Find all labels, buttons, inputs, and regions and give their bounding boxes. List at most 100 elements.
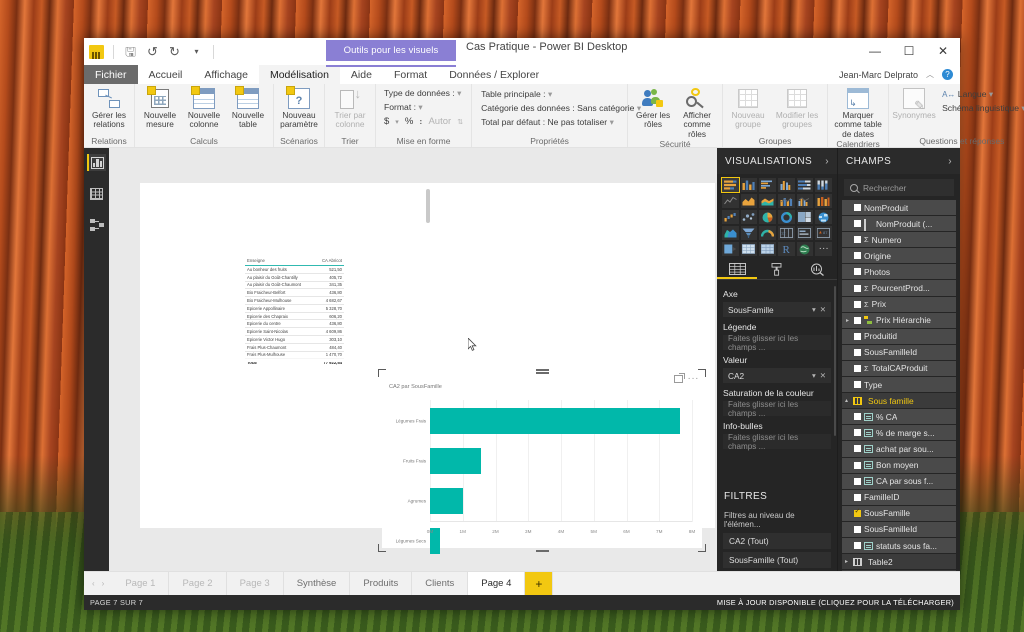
field-row-nomproduit[interactable]: NomProduit [842, 200, 956, 215]
filter-item-ca2[interactable]: CA2 (Tout) [723, 533, 831, 549]
field-row-photos[interactable]: Photos [842, 264, 956, 279]
viz-waterfall-chart[interactable] [722, 210, 739, 224]
well-axe[interactable]: SousFamille ▾ ✕ [723, 302, 831, 317]
field-checkbox-checked[interactable] [854, 510, 861, 517]
report-page-canvas[interactable]: Enseigne CA Abricot Au bonheur des fruit… [140, 183, 715, 528]
viz-line-and-stacked-column-chart[interactable] [778, 194, 795, 208]
data-category-label[interactable]: Catégorie des données : Sans catégorie ▾ [481, 103, 641, 114]
new-table-button[interactable]: Nouvelle table [227, 86, 269, 130]
nav-data-view[interactable] [87, 185, 106, 202]
viz-scatter-chart[interactable] [741, 210, 758, 224]
field-row-nomproduit-group[interactable]: NomProduit (... [842, 216, 956, 231]
viz-table[interactable] [741, 242, 758, 256]
viz-100-stacked-column-chart[interactable] [815, 178, 832, 192]
well-infobulles[interactable]: Faites glisser ici les champs ... [723, 434, 831, 449]
undo-icon[interactable]: ↺ [145, 44, 160, 59]
viz-clustered-bar-chart[interactable] [759, 178, 776, 192]
table-row-table2[interactable]: ▸Table2 [842, 554, 956, 569]
viz-stacked-column-chart[interactable] [741, 178, 758, 192]
tab-analytics[interactable] [797, 260, 837, 279]
sort-by-column-button[interactable]: Trier par colonne [329, 86, 371, 130]
canvas-scroll-indicator[interactable] [426, 189, 430, 223]
help-icon[interactable]: ? [942, 69, 953, 80]
collapse-visualizations-icon[interactable]: › [825, 156, 829, 167]
more-options-icon[interactable]: ··· [688, 375, 700, 383]
viz-pie-chart[interactable] [759, 210, 776, 224]
wells-scrollbar[interactable] [834, 286, 836, 436]
bar-fruits-frais[interactable] [430, 448, 481, 474]
minimize-button[interactable]: — [858, 38, 892, 64]
tab-format[interactable] [757, 260, 797, 279]
edit-groups-button[interactable]: Modifier les groupes [771, 86, 823, 130]
redo-icon[interactable]: ↻ [167, 44, 182, 59]
add-page-button[interactable]: + [525, 572, 553, 595]
language-label[interactable]: A↔ Langue ▾ [942, 89, 1024, 100]
field-row-sousfamille-checked[interactable]: SousFamille [842, 506, 956, 521]
viz-donut-chart[interactable] [778, 210, 795, 224]
field-row-sousfamilleid-2[interactable]: SousFamilleId [842, 522, 956, 537]
filter-item-sousfamille[interactable]: SousFamille (Tout) [723, 552, 831, 568]
format-label[interactable]: Format : ▾ [384, 102, 463, 113]
field-row-totalcaproduit[interactable]: ΣTotalCAProduit [842, 361, 956, 376]
viz-filled-map[interactable] [722, 226, 739, 240]
field-row-numero[interactable]: ΣNumero [842, 232, 956, 247]
viz-funnel-chart[interactable] [741, 226, 758, 240]
column-header-ca-abricot[interactable]: CA Abricot [315, 257, 344, 266]
viz-map[interactable] [815, 210, 832, 224]
page-tab-page-3[interactable]: Page 3 [227, 572, 284, 595]
column-header-enseigne[interactable]: Enseigne [245, 257, 315, 266]
page-tab-synthese[interactable]: Synthèse [284, 572, 351, 595]
percent-button[interactable]: % [405, 116, 413, 127]
viz-treemap[interactable] [797, 210, 814, 224]
viz-clustered-column-chart[interactable] [778, 178, 795, 192]
page-tab-produits[interactable]: Produits [350, 572, 412, 595]
manage-roles-button[interactable]: Gérer les rôles [632, 86, 674, 130]
collapse-chevron-icon[interactable]: ▴ [843, 397, 850, 404]
viz-area-chart[interactable] [741, 194, 758, 208]
field-row-pct-ca[interactable]: % CA [842, 409, 956, 424]
expand-chevron-icon[interactable]: ▸ [843, 558, 850, 565]
well-valeur[interactable]: CA2 ▾ ✕ [723, 368, 831, 383]
field-row-produitid[interactable]: Produitid [842, 329, 956, 344]
mark-as-date-table-button[interactable]: Marquer comme table de dates [832, 86, 884, 139]
viz-ribbon-chart[interactable] [815, 194, 832, 208]
viz-multi-row-card[interactable]: 12 [778, 226, 795, 240]
viz-100-stacked-bar-chart[interactable] [797, 178, 814, 192]
viz-more-visuals[interactable]: ··· [815, 242, 832, 256]
field-row-familleid[interactable]: FamilleID [842, 490, 956, 505]
collapse-fields-icon[interactable]: › [948, 156, 952, 167]
status-update-available[interactable]: MISE À JOUR DISPONIBLE (CLIQUEZ POUR LA … [717, 598, 954, 607]
new-parameter-button[interactable]: ? Nouveau paramètre [278, 86, 320, 130]
ribbon-tab-accueil[interactable]: Accueil [138, 65, 194, 84]
well-valeur-dropdown-icon[interactable]: ▾ [812, 371, 816, 380]
viz-line-chart[interactable] [722, 194, 739, 208]
page-tab-page-4[interactable]: Page 4 [468, 572, 525, 595]
viz-slicer[interactable] [722, 242, 739, 256]
table-row-sous-famille[interactable]: ▴Sous famille [842, 393, 956, 408]
viz-stacked-area-chart[interactable] [759, 194, 776, 208]
thousands-button[interactable]: ։ [419, 116, 422, 127]
viz-card[interactable] [797, 226, 814, 240]
fields-search-box[interactable]: Rechercher [844, 179, 954, 196]
table-visual[interactable]: Enseigne CA Abricot Au bonheur des fruit… [245, 257, 344, 372]
page-tab-page-1[interactable]: Page 1 [112, 572, 169, 595]
field-row-prix[interactable]: ΣPrix [842, 297, 956, 312]
ribbon-tab-fichier[interactable]: Fichier [84, 65, 138, 84]
maximize-button[interactable]: ☐ [892, 38, 926, 64]
well-saturation[interactable]: Faites glisser ici les champs ... [723, 401, 831, 416]
data-type-label[interactable]: Type de données : ▾ [384, 88, 463, 99]
well-valeur-remove-icon[interactable]: ✕ [820, 371, 826, 380]
page-tab-clients[interactable]: Clients [412, 572, 468, 595]
viz-r-script-visual[interactable]: R [778, 242, 795, 256]
field-row-achat-par-sous[interactable]: achat par sou... [842, 441, 956, 456]
linguistic-schema-label[interactable]: Schéma linguistique ▾ [942, 103, 1024, 114]
bar-agrumes[interactable] [430, 488, 463, 514]
expand-chevron-icon[interactable]: ▸ [844, 317, 851, 324]
qat-more-icon[interactable]: ▾ [189, 44, 204, 59]
viz-matrix[interactable] [759, 242, 776, 256]
field-row-type[interactable]: Type [842, 377, 956, 392]
decimal-auto-label[interactable]: Autor [428, 116, 451, 127]
main-table-label[interactable]: Table principale : ▾ [481, 89, 641, 100]
focus-mode-icon[interactable] [674, 375, 683, 383]
viz-arcgis-map[interactable] [797, 242, 814, 256]
